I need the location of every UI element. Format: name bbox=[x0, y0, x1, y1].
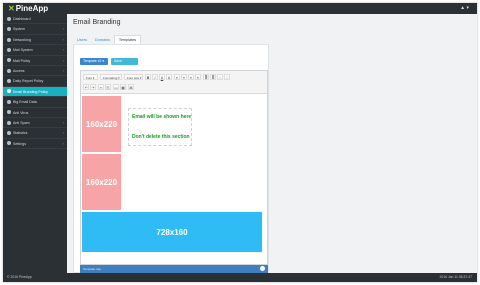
sidebar-item-label: Daily Report Policy bbox=[13, 79, 44, 84]
main-content: Email Branding Users Domains Templates Tem… bbox=[67, 14, 477, 273]
sidebar-item-label: Big Email Data bbox=[13, 100, 37, 105]
email-branding-icon bbox=[7, 89, 11, 94]
align-right-icon[interactable]: ≡ bbox=[188, 74, 194, 80]
app-window: ✕PineApp ▲ ▾ Dashboard System ‹ Networkin… bbox=[3, 3, 477, 282]
font-size-dropdown[interactable]: Font size ▾ bbox=[124, 74, 143, 80]
dashboard-icon bbox=[7, 16, 11, 21]
chevron-icon: ‹ bbox=[62, 47, 64, 53]
sidebar-item-email-branding-policy[interactable]: Email Branding Policy bbox=[3, 86, 67, 98]
sidebar-item-label: System bbox=[13, 27, 25, 32]
editor-toolbar: Font ▾ Formatting ▾ Font size ▾ B I U A … bbox=[81, 71, 267, 94]
server-timestamp: 2016 Jan 11 08:37:47 bbox=[439, 275, 472, 279]
email-placeholder-text: Email will be shown here bbox=[132, 114, 192, 120]
chevron-icon: ‹ bbox=[62, 26, 64, 32]
sidebar-item-label: Mail Policy bbox=[13, 58, 31, 63]
undo-icon[interactable]: ↶ bbox=[83, 84, 89, 90]
align-justify-icon[interactable]: ≡ bbox=[195, 74, 201, 80]
footer-strip-label: Template rule bbox=[83, 267, 102, 271]
sidebar-item-networking[interactable]: Networking ‹ bbox=[3, 35, 67, 46]
placeholder-image-bottom: 160x220 bbox=[82, 154, 121, 210]
chevron-icon: ‹ bbox=[62, 140, 64, 146]
page-title: Email Branding bbox=[73, 19, 121, 26]
save-template-button[interactable]: Save Template bbox=[111, 58, 138, 70]
sidebar-item-anti-spam[interactable]: Anti Spam ‹ bbox=[3, 118, 67, 129]
sidebar-item-label: Networking bbox=[13, 37, 31, 42]
redo-icon[interactable]: ↷ bbox=[90, 84, 96, 90]
sidebar-item-big-email-data[interactable]: Big Email Data bbox=[3, 97, 67, 108]
sidebar-item-label: Settings bbox=[13, 141, 26, 146]
chevron-icon: ‹ bbox=[62, 36, 64, 42]
template-editor: Font ▾ Formatting ▾ Font size ▾ B I U A … bbox=[80, 70, 268, 265]
outdent-icon[interactable]: ⁝ bbox=[217, 74, 223, 80]
unlink-icon[interactable]: ⎘ bbox=[105, 84, 111, 90]
sidebar-item-statistics[interactable]: Statistics ‹ bbox=[3, 128, 67, 139]
statistics-icon bbox=[7, 131, 11, 136]
tab-bar: Users Domains Templates bbox=[73, 35, 142, 44]
sidebar-item-label: Dashboard bbox=[13, 17, 31, 21]
sidebar-item-label: Anti Virus bbox=[13, 110, 29, 115]
pineapp-logo[interactable]: ✕PineApp bbox=[8, 4, 48, 13]
sidebar-item-label: Mail System bbox=[13, 48, 33, 53]
formatting-dropdown[interactable]: Formatting ▾ bbox=[100, 74, 122, 80]
footer-bar: © 2016 PineApp 2016 Jan 11 08:37:47 bbox=[3, 273, 477, 282]
editor-content[interactable]: 160x220 160x220 Email will be shown here… bbox=[81, 95, 267, 265]
sidebar-item-label: Access bbox=[13, 68, 25, 73]
top-bar: ✕PineApp ▲ ▾ bbox=[3, 3, 477, 14]
sidebar-item-access[interactable]: Access ‹ bbox=[3, 66, 67, 77]
bullet-list-icon[interactable]: ≣ bbox=[203, 74, 209, 80]
big-email-data-icon bbox=[7, 99, 11, 104]
sidebar: Dashboard System ‹ Networking ‹ Mail Syste… bbox=[3, 14, 67, 273]
anti-spam-icon bbox=[7, 120, 11, 125]
networking-icon bbox=[7, 37, 11, 42]
sidebar-item-dashboard[interactable]: Dashboard bbox=[3, 14, 67, 25]
system-icon bbox=[7, 27, 11, 32]
source-code-icon[interactable]: ⌘ bbox=[128, 84, 134, 90]
sidebar-item-system[interactable]: System ‹ bbox=[3, 24, 67, 35]
image-icon[interactable]: ▭ bbox=[113, 84, 119, 90]
daily-report-icon bbox=[7, 79, 11, 84]
settings-icon bbox=[7, 141, 11, 146]
underline-button[interactable]: U bbox=[159, 74, 165, 80]
access-icon bbox=[7, 68, 11, 73]
anti-virus-icon bbox=[7, 110, 11, 115]
bold-button[interactable]: B bbox=[145, 74, 151, 80]
chevron-icon: ‹ bbox=[62, 67, 64, 73]
italic-button[interactable]: I bbox=[152, 74, 158, 80]
mail-system-icon bbox=[7, 47, 11, 52]
sidebar-item-anti-virus[interactable]: Anti Virus bbox=[3, 108, 67, 118]
sidebar-item-mail-system[interactable]: Mail System ‹ bbox=[3, 45, 67, 56]
template-footer-bar: Template rule bbox=[80, 265, 268, 273]
font-color-button[interactable]: A bbox=[166, 74, 172, 80]
tab-templates[interactable]: Templates bbox=[113, 35, 142, 44]
templates-panel: Template #1 ▾ Save Template Font ▾ Forma… bbox=[73, 44, 269, 273]
link-icon[interactable]: ✂ bbox=[98, 84, 104, 90]
mail-policy-icon bbox=[7, 58, 11, 63]
numbered-list-icon[interactable]: ≣ bbox=[210, 74, 216, 80]
sidebar-item-daily-report-policy[interactable]: Daily Report Policy bbox=[3, 76, 67, 87]
font-dropdown[interactable]: Font ▾ bbox=[83, 74, 98, 80]
warning-text: Don't delete this section bbox=[132, 134, 190, 140]
template-select-dropdown[interactable]: Template #1 ▾ bbox=[80, 58, 108, 65]
indent-icon[interactable]: ⁝ bbox=[224, 74, 230, 80]
logo-mark-icon: ✕ bbox=[8, 4, 15, 13]
add-circle-icon[interactable] bbox=[260, 266, 265, 271]
logo-text: PineApp bbox=[15, 4, 49, 13]
user-menu-button[interactable]: ▲ ▾ bbox=[460, 5, 469, 11]
chevron-icon: ‹ bbox=[62, 119, 64, 125]
align-center-icon[interactable]: ≡ bbox=[181, 74, 187, 80]
sidebar-item-settings[interactable]: Settings ‹ bbox=[3, 139, 67, 150]
copyright-text: © 2016 PineApp bbox=[7, 275, 32, 279]
sidebar-item-label: Anti Spam bbox=[13, 120, 30, 125]
banner-placeholder: 728x160 bbox=[82, 212, 262, 252]
chevron-icon: ‹ bbox=[62, 130, 64, 136]
chevron-icon: ‹ bbox=[62, 57, 64, 63]
table-icon[interactable]: ▦ bbox=[120, 84, 126, 90]
sidebar-item-label: Statistics bbox=[13, 131, 28, 136]
sidebar-item-label: Email Branding Policy bbox=[13, 89, 48, 94]
placeholder-image-top: 160x220 bbox=[82, 96, 121, 152]
sidebar-item-mail-policy[interactable]: Mail Policy ‹ bbox=[3, 56, 67, 66]
align-left-icon[interactable]: ≡ bbox=[174, 74, 180, 80]
